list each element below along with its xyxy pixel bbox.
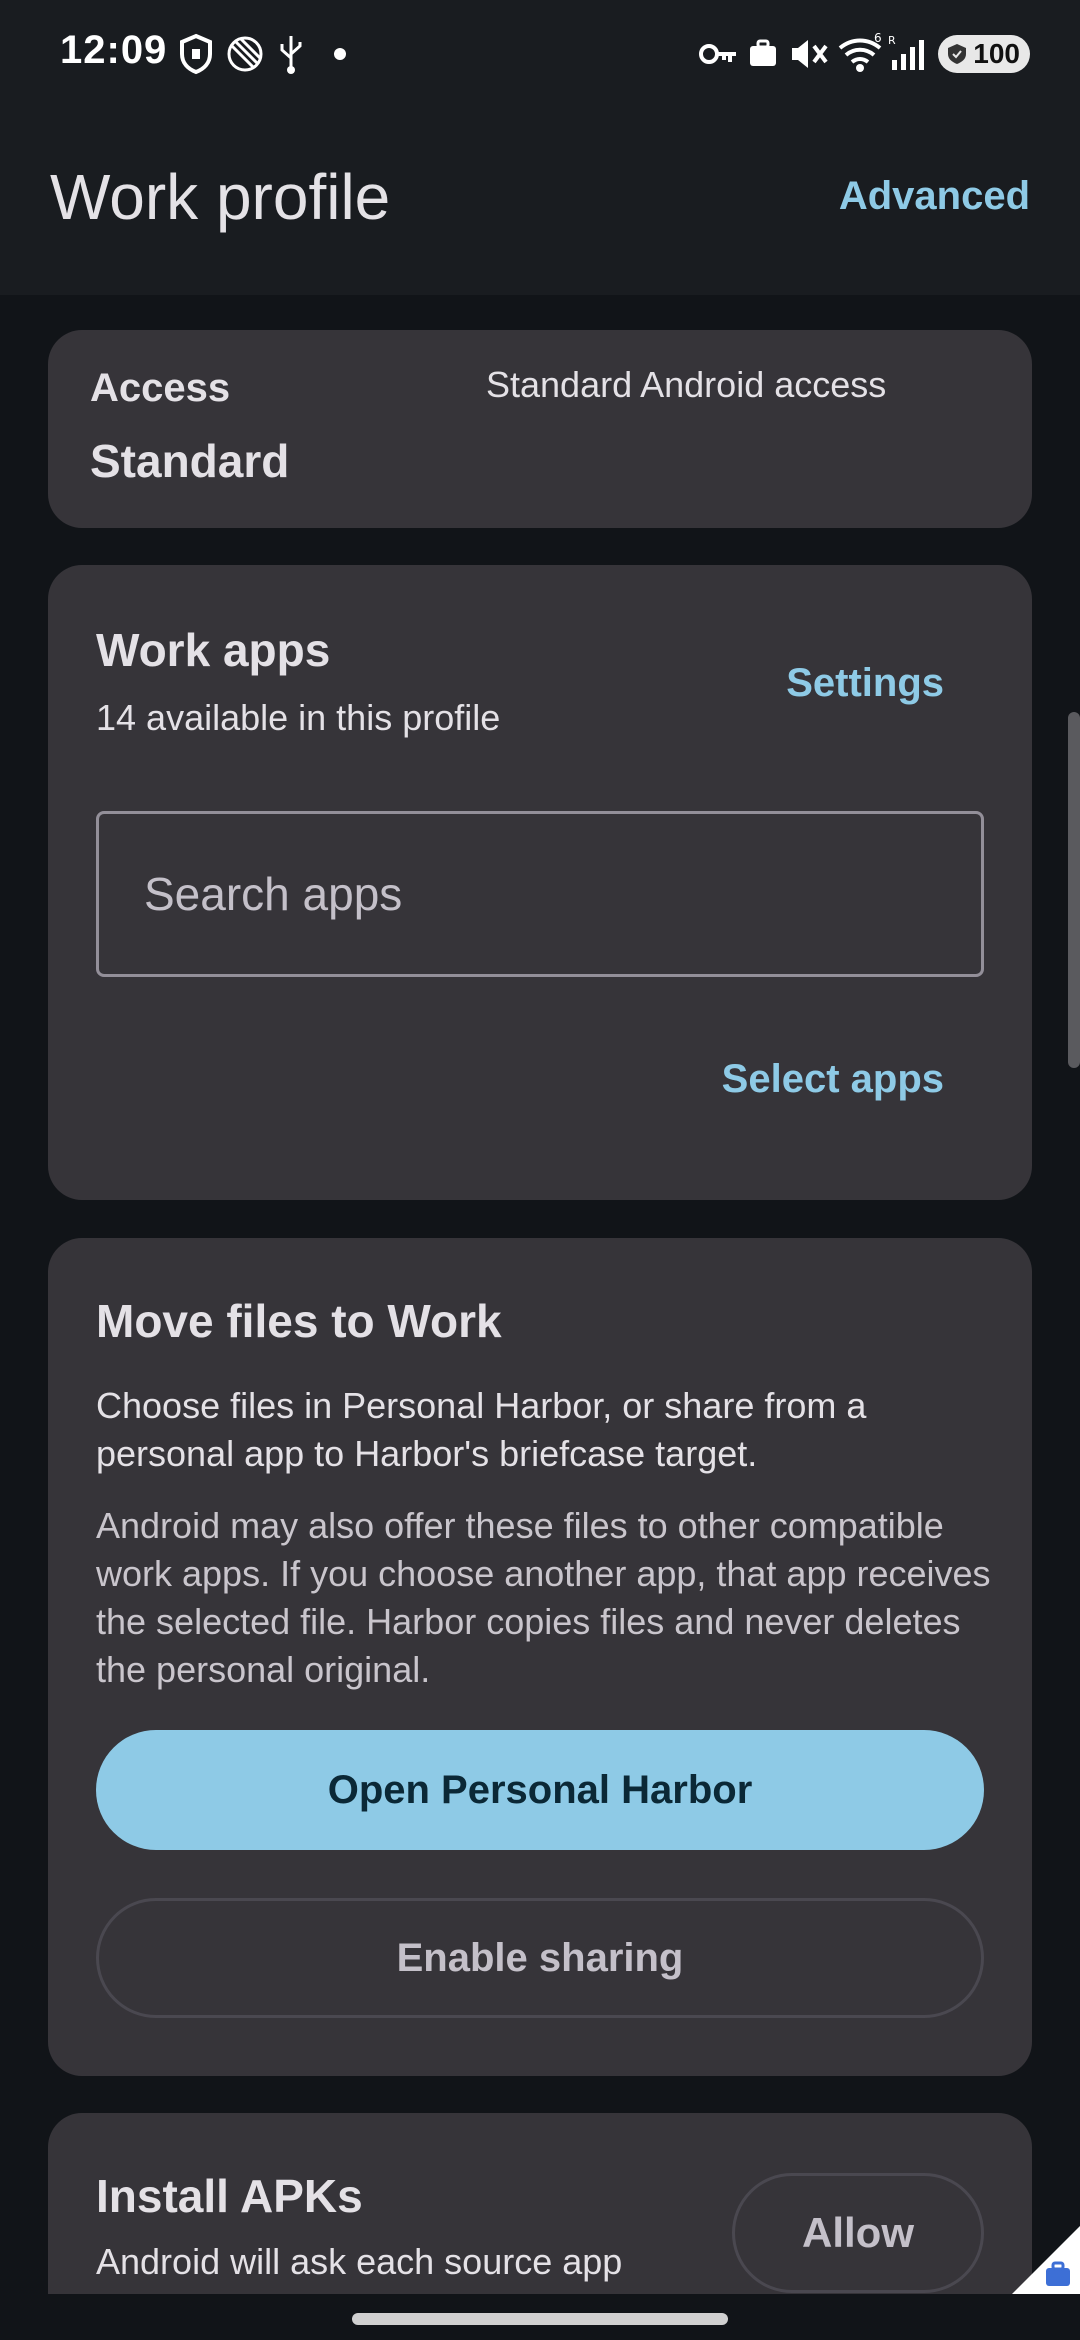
open-personal-harbor-button[interactable]: Open Personal Harbor <box>96 1730 984 1850</box>
access-description: Standard Android access <box>486 364 887 405</box>
status-time: 12:09 <box>60 28 168 72</box>
usb-icon <box>280 36 302 74</box>
search-input[interactable] <box>99 814 981 974</box>
enable-sharing-button[interactable]: Enable sharing <box>96 1898 984 2018</box>
access-card: Access Standard Standard Android access <box>48 330 1032 528</box>
wifi-icon: 6 <box>838 32 882 72</box>
scrollbar[interactable] <box>1068 712 1080 1068</box>
battery-shield-icon <box>948 44 966 64</box>
screen: 12:09 6 R 100 Work profile Advanced Acce… <box>0 0 1080 2340</box>
vibrate-mute-icon <box>792 40 828 68</box>
svg-text:6: 6 <box>874 32 882 45</box>
move-files-note: Android may also offer these files to ot… <box>96 1505 991 1690</box>
gesture-handle[interactable] <box>352 2313 728 2325</box>
advanced-button[interactable]: Advanced <box>839 174 1030 219</box>
signal-icon: R <box>888 34 924 70</box>
install-apks-subtitle: Android will ask each source app <box>96 2241 623 2282</box>
page-title: Work profile <box>50 161 391 233</box>
search-field[interactable] <box>96 811 984 977</box>
dot-icon <box>334 48 346 60</box>
work-profile-badge-icon <box>1012 2226 1080 2294</box>
allow-button[interactable]: Allow <box>732 2173 984 2293</box>
access-value: Standard <box>90 435 290 487</box>
settings-button[interactable]: Settings <box>786 661 944 706</box>
vpn-key-icon <box>699 44 736 64</box>
move-files-card: Move files to Work Choose files in Perso… <box>48 1238 1032 2076</box>
work-apps-heading: Work apps <box>96 624 331 676</box>
battery-icon: 100 <box>938 35 1030 73</box>
install-apks-heading: Install APKs <box>96 2170 363 2222</box>
work-apps-count: 14 available in this profile <box>96 697 501 738</box>
status-bar: 12:09 6 R 100 <box>0 0 1080 110</box>
move-files-heading: Move files to Work <box>96 1295 502 1347</box>
app-bar: Work profile Advanced <box>0 110 1080 295</box>
battery-level: 100 <box>973 38 1020 69</box>
work-apps-card: Work apps 14 available in this profile S… <box>48 565 1032 1200</box>
satellite-icon <box>227 36 263 72</box>
access-label: Access <box>90 366 231 410</box>
move-files-description: Choose files in Personal Harbor, or shar… <box>96 1385 867 1474</box>
shield-icon <box>180 33 212 75</box>
select-apps-button[interactable]: Select apps <box>722 1057 944 1102</box>
svg-text:R: R <box>888 34 896 47</box>
work-briefcase-icon <box>750 39 776 66</box>
